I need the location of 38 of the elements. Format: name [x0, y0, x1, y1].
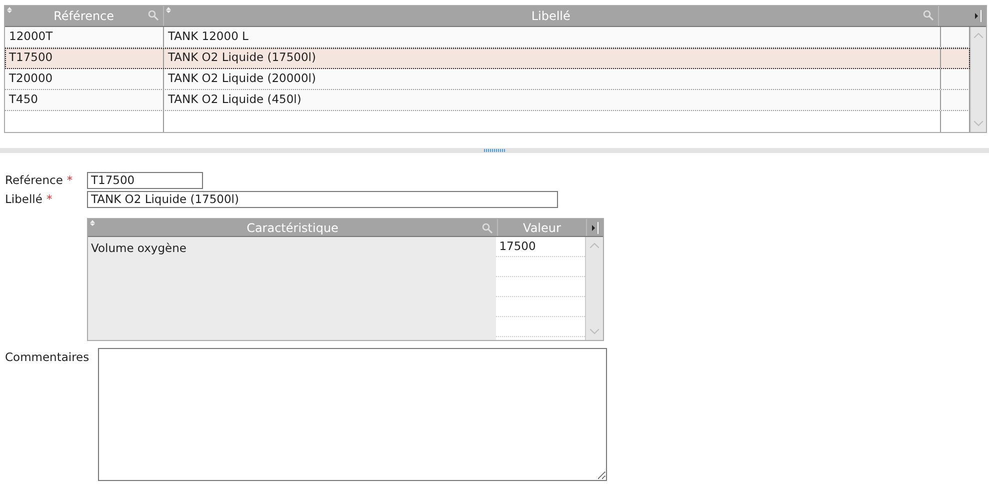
scroll-up-icon[interactable]: [974, 33, 983, 38]
field-label: Libellé *: [5, 190, 54, 208]
search-icon[interactable]: [148, 10, 159, 21]
table-cell: TANK 12000 L: [164, 27, 941, 47]
input-field[interactable]: T17500: [87, 172, 203, 189]
search-icon[interactable]: [482, 223, 493, 234]
table-cell: TANK O2 Liquide (450l): [164, 90, 941, 110]
table-row[interactable]: T20000 TANK O2 Liquide (20000l): [5, 69, 970, 90]
scrollbar[interactable]: [970, 27, 986, 132]
sort-icon[interactable]: [166, 7, 171, 13]
column-label: Caractéristique: [246, 220, 338, 236]
scrollbar[interactable]: [585, 237, 603, 340]
table-cell: 12000T: [5, 27, 164, 47]
column-label: Libellé: [531, 8, 570, 25]
sort-icon[interactable]: [90, 220, 95, 226]
column-menu-icon[interactable]: [592, 222, 598, 234]
column-label: Valeur: [523, 220, 561, 236]
field-label: Reférence *: [5, 172, 74, 189]
splitter-handle[interactable]: [484, 149, 506, 152]
column-label: Référence: [54, 8, 114, 25]
comments-field[interactable]: [98, 348, 608, 481]
table-cell: TANK O2 Liquide (17500l): [164, 48, 941, 68]
table-cell: T450: [5, 90, 164, 110]
search-icon[interactable]: [923, 10, 934, 21]
scroll-down-icon[interactable]: [590, 329, 600, 334]
scroll-up-icon[interactable]: [590, 243, 600, 248]
table-cell: T17500: [5, 48, 164, 68]
table-row[interactable]: T450 TANK O2 Liquide (450l): [5, 90, 970, 111]
table-row[interactable]: T17500 TANK O2 Liquide (17500l): [5, 48, 970, 69]
table-row[interactable]: 12000T TANK 12000 L: [5, 27, 970, 48]
column-menu-icon[interactable]: [974, 10, 982, 22]
table-cell: TANK O2 Liquide (20000l): [164, 69, 941, 89]
table-cell: T20000: [5, 69, 164, 89]
table-cell-text: Volume oxygène: [91, 240, 188, 257]
field-label: Commentaires: [5, 349, 90, 366]
scroll-down-icon[interactable]: [974, 121, 983, 126]
input-field[interactable]: TANK O2 Liquide (17500l): [87, 191, 558, 208]
sort-icon[interactable]: [7, 7, 12, 13]
